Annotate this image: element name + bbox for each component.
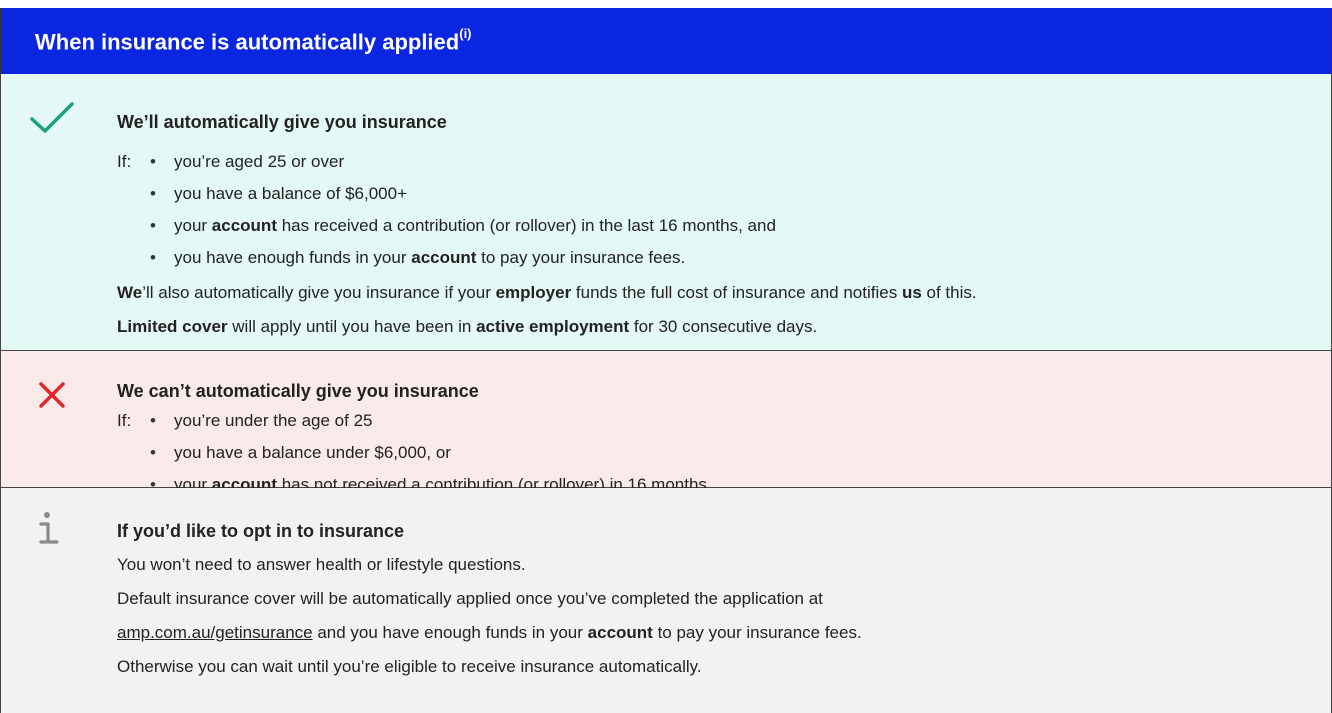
list-item: • your account has received a contributio… (150, 216, 776, 235)
auto-insurance-section: We’ll automatically give you insurance I… (0, 74, 1332, 351)
info-line: You won’t need to answer health or lifes… (117, 555, 526, 574)
header-title: When insurance is automatically applied (35, 29, 460, 55)
if-label: If: (117, 411, 132, 430)
section-title: We can’t automatically give you insuranc… (117, 381, 479, 401)
section-title: If you’d like to opt in to insurance (117, 521, 405, 541)
opt-in-section: If you’d like to opt in to insurance You… (0, 488, 1332, 713)
info-line: amp.com.au/getinsurance and you have eno… (117, 623, 862, 642)
list-item: • you have a balance under $6,000, or (150, 443, 451, 462)
panel-header: When insurance is automatically applied(… (0, 8, 1332, 74)
no-auto-insurance-section: We can’t automatically give you insuranc… (0, 351, 1332, 494)
list-item: • you’re aged 25 or over (150, 152, 345, 171)
employer-funded-note: We’ll also automatically give you insura… (117, 283, 977, 302)
checkmark-icon (30, 102, 74, 133)
info-line: Otherwise you can wait until you’re elig… (117, 657, 702, 676)
insurance-panel: When insurance is automatically applied(… (0, 8, 1332, 713)
info-icon (39, 512, 59, 544)
cross-icon (39, 382, 65, 408)
list-item: • you have a balance of $6,000+ (150, 184, 407, 203)
list-item: • you’re under the age of 25 (150, 411, 373, 430)
info-line: Default insurance cover will be automati… (117, 589, 823, 608)
if-label: If: (117, 152, 132, 171)
list-item: • you have enough funds in your account t… (150, 248, 686, 267)
limited-cover-note: Limited cover will apply until you have … (117, 317, 818, 336)
getinsurance-link[interactable]: amp.com.au/getinsurance (117, 623, 313, 642)
header-info-marker: (i) (459, 26, 472, 41)
section-title: We’ll automatically give you insurance (117, 112, 447, 132)
